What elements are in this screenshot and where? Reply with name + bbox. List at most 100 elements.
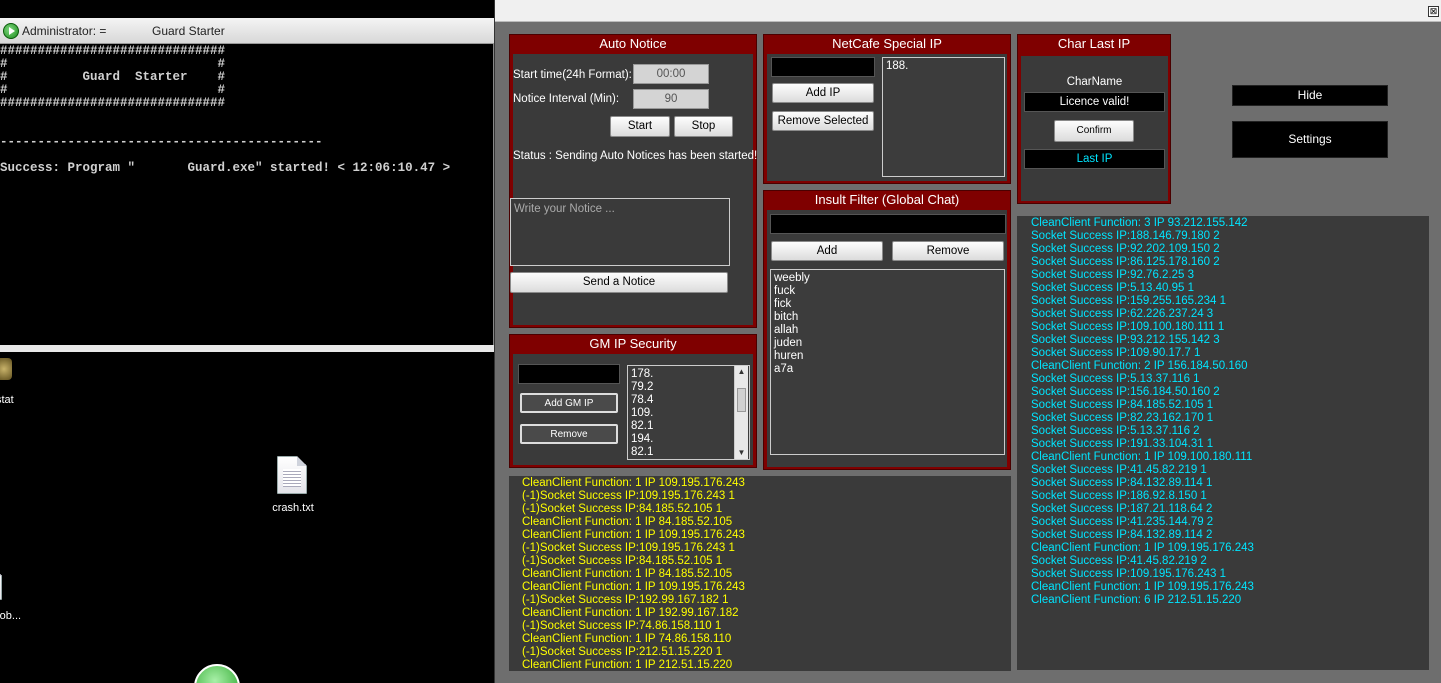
gm-ip-input[interactable] <box>518 364 620 384</box>
list-item[interactable]: juden <box>774 337 1001 350</box>
list-item[interactable]: huren <box>774 350 1001 363</box>
auto-notice-status: Status : Sending Auto Notices has been s… <box>513 150 758 162</box>
console-line: Success: Program " Guard.exe" started! <… <box>0 161 451 175</box>
log-line: CleanClient Function: 1 IP 109.195.176.2… <box>1031 581 1254 593</box>
netcafe-ip-input[interactable] <box>771 57 875 77</box>
console-titlebar[interactable]: Administrator: = Guard Starter <box>0 18 494 44</box>
insult-filter-title: Insult Filter (Global Chat) <box>814 192 960 207</box>
log-line: (-1)Socket Success IP:74.86.158.110 1 <box>522 620 722 632</box>
console-bottom-border <box>0 345 494 352</box>
console-title-user: Administrator: = <box>22 24 107 38</box>
log-line: Socket Success IP:41.45.82.219 2 <box>1031 555 1207 567</box>
start-button[interactable]: Start <box>610 116 670 137</box>
log-line: Socket Success IP:109.195.176.243 1 <box>1031 568 1226 580</box>
log-line: Socket Success IP:109.100.180.111 1 <box>1031 321 1225 333</box>
log-line: Socket Success IP:5.13.40.95 1 <box>1031 282 1195 294</box>
text-file-icon <box>277 456 307 494</box>
remove-word-button[interactable]: Remove <box>892 241 1004 261</box>
add-gm-ip-button[interactable]: Add GM IP <box>520 393 618 413</box>
list-item[interactable]: a7a <box>774 363 1001 376</box>
list-item[interactable]: 78.4 <box>631 394 731 407</box>
desktop: stat crash.txt rob... <box>0 352 494 683</box>
log-line: Socket Success IP:5.13.37.116 1 <box>1031 373 1200 385</box>
insult-word-input[interactable] <box>770 214 1006 234</box>
log-line: (-1)Socket Success IP:84.185.52.105 1 <box>522 503 723 515</box>
log-line: CleanClient Function: 3 IP 93.212.155.14… <box>1031 217 1248 229</box>
gm-ip-list[interactable]: 178. 79.2 78.4 109. 82.1 194. 82.1 <box>627 365 750 460</box>
log-line: Socket Success IP:92.76.2.25 3 <box>1031 269 1195 281</box>
log-line: CleanClient Function: 6 IP 212.51.15.220 <box>1031 594 1242 606</box>
log-line: (-1)Socket Success IP:109.195.176.243 1 <box>522 542 735 554</box>
log-line: Socket Success IP:84.185.52.105 1 <box>1031 399 1214 411</box>
list-item[interactable]: 109. <box>631 407 731 420</box>
desktop-icon-label: rob... <box>0 610 22 622</box>
console-line: ----------------------------------------… <box>0 135 323 149</box>
log-line: CleanClient Function: 2 IP 156.184.50.16… <box>1031 360 1248 372</box>
list-item[interactable]: bitch <box>774 311 1001 324</box>
log-line: (-1)Socket Success IP:192.99.167.182 1 <box>522 594 729 606</box>
add-word-button[interactable]: Add <box>771 241 883 261</box>
notice-interval-input[interactable]: 90 <box>633 89 709 109</box>
list-item[interactable]: fick <box>774 298 1001 311</box>
gm-ip-title: GM IP Security <box>589 336 677 351</box>
scroll-up-icon[interactable]: ▲ <box>735 366 748 378</box>
log-line: CleanClient Function: 1 IP 74.86.158.110 <box>522 633 732 645</box>
console-window: Administrator: = Guard Starter #########… <box>0 18 494 352</box>
list-item[interactable]: weebly <box>774 272 1001 285</box>
auto-notice-title: Auto Notice <box>599 36 667 51</box>
insult-word-list[interactable]: weebly fuck fick bitch allah juden huren a7a <box>770 269 1005 455</box>
green-play-icon[interactable] <box>194 664 240 683</box>
char-last-ip-title: Char Last IP <box>1057 36 1131 51</box>
add-ip-button[interactable]: Add IP <box>772 83 874 103</box>
file-icon <box>0 566 2 600</box>
log-line: CleanClient Function: 1 IP 192.99.167.18… <box>522 607 739 619</box>
close-icon[interactable]: ⊠ <box>1428 6 1439 17</box>
log-line: Socket Success IP:84.132.89.114 1 <box>1031 477 1213 489</box>
list-item[interactable]: 79.2 <box>631 381 731 394</box>
log-line: CleanClient Function: 1 IP 109.195.176.2… <box>522 477 745 489</box>
auto-notice-body: Start time(24h Format): 00:00 Notice Int… <box>510 54 757 325</box>
charname-label: CharName <box>1066 76 1123 88</box>
log-line: Socket Success IP:93.212.155.142 3 <box>1031 334 1220 346</box>
list-item[interactable]: 194. <box>631 433 731 446</box>
remove-gm-ip-button[interactable]: Remove <box>520 424 618 444</box>
list-item[interactable]: fuck <box>774 285 1001 298</box>
send-notice-button[interactable]: Send a Notice <box>510 272 728 293</box>
start-time-input[interactable]: 00:00 <box>633 64 709 84</box>
remove-selected-button[interactable]: Remove Selected <box>772 111 874 131</box>
list-item[interactable]: allah <box>774 324 1001 337</box>
gm-ip-scrollbar[interactable]: ▲ ▼ <box>734 366 748 459</box>
stop-button[interactable]: Stop <box>674 116 733 137</box>
netcafe-ip-list[interactable]: 188. <box>882 57 1005 177</box>
gm-ip-panel: GM IP Security Add GM IP Remove 178. 79.2… <box>509 334 757 468</box>
scroll-down-icon[interactable]: ▼ <box>735 447 748 459</box>
desktop-icon-label: crash.txt <box>272 502 314 514</box>
guard-titlebar[interactable]: ⊠ <box>495 0 1441 22</box>
netcafe-body: Add IP Remove Selected 188. <box>767 54 1007 181</box>
log-line: Socket Success IP:84.132.89.114 2 <box>1031 529 1213 541</box>
list-item[interactable]: 82.1 <box>631 420 731 433</box>
netcafe-panel: NetCafe Special IP Add IP Remove Selecte… <box>763 34 1011 184</box>
settings-button[interactable]: Settings <box>1232 121 1388 158</box>
console-app-icon <box>3 23 19 39</box>
list-item[interactable]: 178. <box>631 368 731 381</box>
log-line: CleanClient Function: 1 IP 84.185.52.105 <box>522 516 733 528</box>
list-item[interactable]: 82.1 <box>631 446 731 459</box>
desktop-icon-label: stat <box>0 394 14 406</box>
notice-textarea[interactable]: Write your Notice ... <box>510 198 730 266</box>
charname-input[interactable]: Licence valid! <box>1024 92 1165 112</box>
hide-button[interactable]: Hide <box>1232 85 1388 106</box>
confirm-button[interactable]: Confirm <box>1054 120 1134 142</box>
log-line: (-1)Socket Success IP:84.185.52.105 1 <box>522 555 723 567</box>
last-ip-output: Last IP <box>1024 149 1165 169</box>
char-last-ip-panel: Char Last IP CharName Licence valid! Con… <box>1017 34 1171 204</box>
log-line: Socket Success IP:62.226.237.24 3 <box>1031 308 1214 320</box>
scroll-thumb[interactable] <box>737 388 746 412</box>
log-line: Socket Success IP:187.21.118.64 2 <box>1031 503 1213 515</box>
log-line: CleanClient Function: 1 IP 84.185.52.105 <box>522 568 733 580</box>
desktop-icon-crash-txt[interactable]: crash.txt <box>262 454 324 516</box>
log-line: CleanClient Function: 1 IP 109.195.176.2… <box>522 529 745 541</box>
right-log-panel: CleanClient Function: 3 IP 93.212.155.14… <box>1017 216 1429 670</box>
list-item[interactable]: 188. <box>886 60 1001 73</box>
